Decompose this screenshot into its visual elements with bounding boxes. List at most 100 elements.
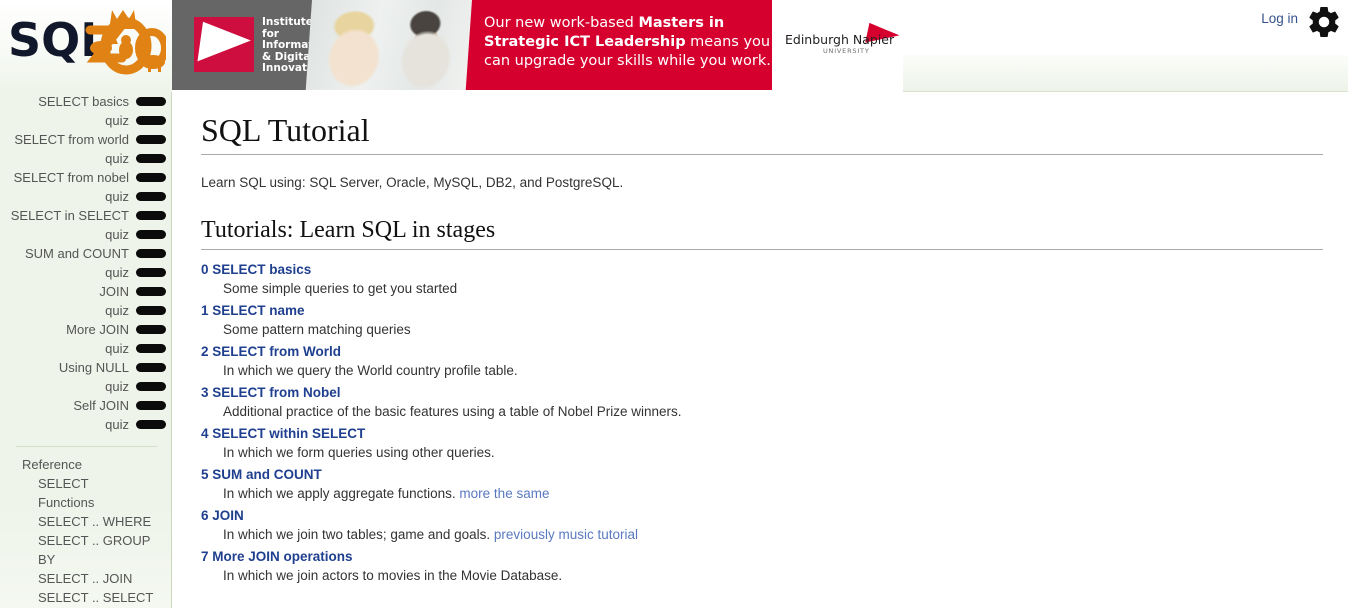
tutorial-description-text: In which we apply aggregate functions. (223, 486, 456, 501)
banner-promo-text: Our new work-based Masters in Strategic I… (484, 14, 774, 71)
sidebar-progress-row[interactable]: quiz (0, 225, 171, 244)
sidebar-progress-label[interactable]: quiz (105, 303, 129, 318)
sidebar-progress-row[interactable]: quiz (0, 149, 171, 168)
login-link[interactable]: Log in (1261, 11, 1298, 26)
sidebar-reference-item[interactable]: SELECT .. SELECT (0, 588, 171, 607)
progress-bar-indicator (136, 287, 166, 296)
sidebar-progress-row[interactable]: SELECT from world (0, 130, 171, 149)
sidebar-reference-item[interactable]: Functions (0, 493, 171, 512)
tutorial-description: Some simple queries to get you started (201, 279, 1348, 301)
sidebar-progress-row[interactable]: More JOIN (0, 320, 171, 339)
sidebar-reference-item[interactable]: SELECT .. WHERE (0, 512, 171, 531)
sidebar-progress-label[interactable]: quiz (105, 227, 129, 242)
sidebar-progress-row[interactable]: quiz (0, 263, 171, 282)
banner-photo (305, 0, 477, 90)
tutorial-description: Some pattern matching queries (201, 320, 1348, 342)
tutorial-extra-link[interactable]: more the same (459, 486, 549, 501)
top-bar: SQL Institute for Informatics & Digital … (0, 0, 1348, 92)
tutorial-description-text: Additional practice of the basic feature… (223, 404, 682, 419)
sidebar-progress-row[interactable]: Using NULL (0, 358, 171, 377)
sidebar: SELECT basics quiz SELECT from world quiz SE… (0, 92, 172, 608)
tutorial-description-text: In which we join two tables; game and go… (223, 527, 491, 542)
tutorial-description-text: In which we query the World country prof… (223, 363, 518, 378)
progress-bar-indicator (136, 230, 166, 239)
sidebar-progress-label[interactable]: quiz (105, 189, 129, 204)
sidebar-progress-row[interactable]: quiz (0, 415, 171, 434)
sidebar-progress-row[interactable]: SELECT in SELECT (0, 206, 171, 225)
progress-bar-indicator (136, 325, 166, 334)
sidebar-reference-title: Reference (22, 457, 82, 472)
tutorial-link[interactable]: 5 SUM and COUNT (201, 465, 322, 484)
tutorial-link[interactable]: 4 SELECT within SELECT (201, 424, 365, 443)
sidebar-progress-row[interactable]: quiz (0, 377, 171, 396)
header-green-strip (903, 55, 1348, 92)
sidebar-progress-row[interactable]: SELECT from nobel (0, 168, 171, 187)
promo-bold-1: Masters in (638, 15, 725, 31)
sidebar-progress-label[interactable]: quiz (105, 341, 129, 356)
sidebar-progress-label[interactable]: quiz (105, 151, 129, 166)
progress-bar-indicator (136, 116, 166, 125)
site-logo[interactable]: SQL (0, 0, 172, 92)
sidebar-progress-label[interactable]: JOIN (99, 284, 129, 299)
page-root: SQL Institute for Informatics & Digital … (0, 0, 1348, 608)
tutorial-link[interactable]: 1 SELECT name (201, 301, 305, 320)
progress-bar-indicator (136, 173, 166, 182)
sidebar-progress-row[interactable]: SUM and COUNT (0, 244, 171, 263)
progress-bar-indicator (136, 344, 166, 353)
sidebar-progress-label[interactable]: More JOIN (66, 322, 129, 337)
tutorial-description-text: In which we form queries using other que… (223, 445, 495, 460)
tutorial-link[interactable]: 0 SELECT basics (201, 260, 311, 279)
tutorial-link[interactable]: 6 JOIN (201, 506, 244, 525)
sidebar-progress-label[interactable]: SELECT basics (38, 94, 129, 109)
sidebar-reference-list: SELECT Functions SELECT .. WHERE SELECT .. … (0, 474, 171, 607)
sidebar-progress-row[interactable]: quiz (0, 187, 171, 206)
progress-bar-indicator (136, 211, 166, 220)
progress-bar-indicator (136, 135, 166, 144)
progress-bar-indicator (136, 249, 166, 258)
sidebar-reference-item[interactable]: SELECT (0, 474, 171, 493)
tutorial-link[interactable]: 2 SELECT from World (201, 342, 341, 361)
sidebar-progress-label[interactable]: quiz (105, 113, 129, 128)
section-title: Tutorials: Learn SQL in stages (201, 217, 496, 243)
tutorial-link[interactable]: 7 More JOIN operations (201, 547, 353, 566)
sidebar-reference-item[interactable]: SELECT .. GROUP BY (0, 531, 171, 569)
sidebar-progress-label[interactable]: SELECT from nobel (14, 170, 129, 185)
tutorial-description-text: In which we join actors to movies in the… (223, 568, 563, 583)
intro-text: Learn SQL using: SQL Server, Oracle, MyS… (201, 175, 624, 190)
sidebar-progress-label[interactable]: SUM and COUNT (25, 246, 129, 261)
sidebar-reference-item[interactable]: SELECT .. JOIN (0, 569, 171, 588)
tutorial-list: 0 SELECT basics Some simple queries to ge… (173, 250, 1348, 588)
sidebar-progress-label[interactable]: SELECT in SELECT (11, 208, 129, 223)
progress-bar-indicator (136, 420, 166, 429)
tutorial-link[interactable]: 3 SELECT from Nobel (201, 383, 341, 402)
sidebar-progress-label[interactable]: Using NULL (59, 360, 129, 375)
sidebar-divider (16, 446, 157, 447)
tutorial-description: In which we form queries using other que… (201, 443, 1348, 465)
sidebar-progress-row[interactable]: quiz (0, 111, 171, 130)
napier-subtitle: UNIVERSITY (823, 47, 870, 55)
progress-bar-indicator (136, 154, 166, 163)
sidebar-progress-label[interactable]: quiz (105, 265, 129, 280)
gear-icon[interactable] (1306, 4, 1342, 40)
tutorial-extra-link[interactable]: previously music tutorial (494, 527, 638, 542)
iidi-triangle-icon (197, 21, 253, 69)
promo-banner[interactable]: Institute for Informatics & Digital Inno… (172, 0, 903, 90)
tutorial-description: In which we join actors to movies in the… (201, 566, 1348, 588)
sidebar-progress-row[interactable]: JOIN (0, 282, 171, 301)
sidebar-progress-row[interactable]: Self JOIN (0, 396, 171, 415)
tutorial-description: In which we join two tables; game and go… (201, 525, 1348, 547)
sidebar-progress-label[interactable]: quiz (105, 379, 129, 394)
sidebar-progress-label[interactable]: quiz (105, 417, 129, 432)
sidebar-progress-label[interactable]: SELECT from world (14, 132, 129, 147)
sidebar-progress-row[interactable]: SELECT basics (0, 92, 171, 111)
sidebar-progress-label[interactable]: Self JOIN (73, 398, 129, 413)
progress-bar-indicator (136, 382, 166, 391)
page-title: SQL Tutorial (201, 112, 370, 148)
sidebar-progress-row[interactable]: quiz (0, 339, 171, 358)
sidebar-progress-row[interactable]: quiz (0, 301, 171, 320)
progress-bar-indicator (136, 97, 166, 106)
promo-bold-2: Strategic ICT Leadership (484, 34, 686, 50)
progress-bar-indicator (136, 192, 166, 201)
progress-bar-indicator (136, 268, 166, 277)
main-content: SQL Tutorial Learn SQL using: SQL Server… (173, 92, 1348, 608)
